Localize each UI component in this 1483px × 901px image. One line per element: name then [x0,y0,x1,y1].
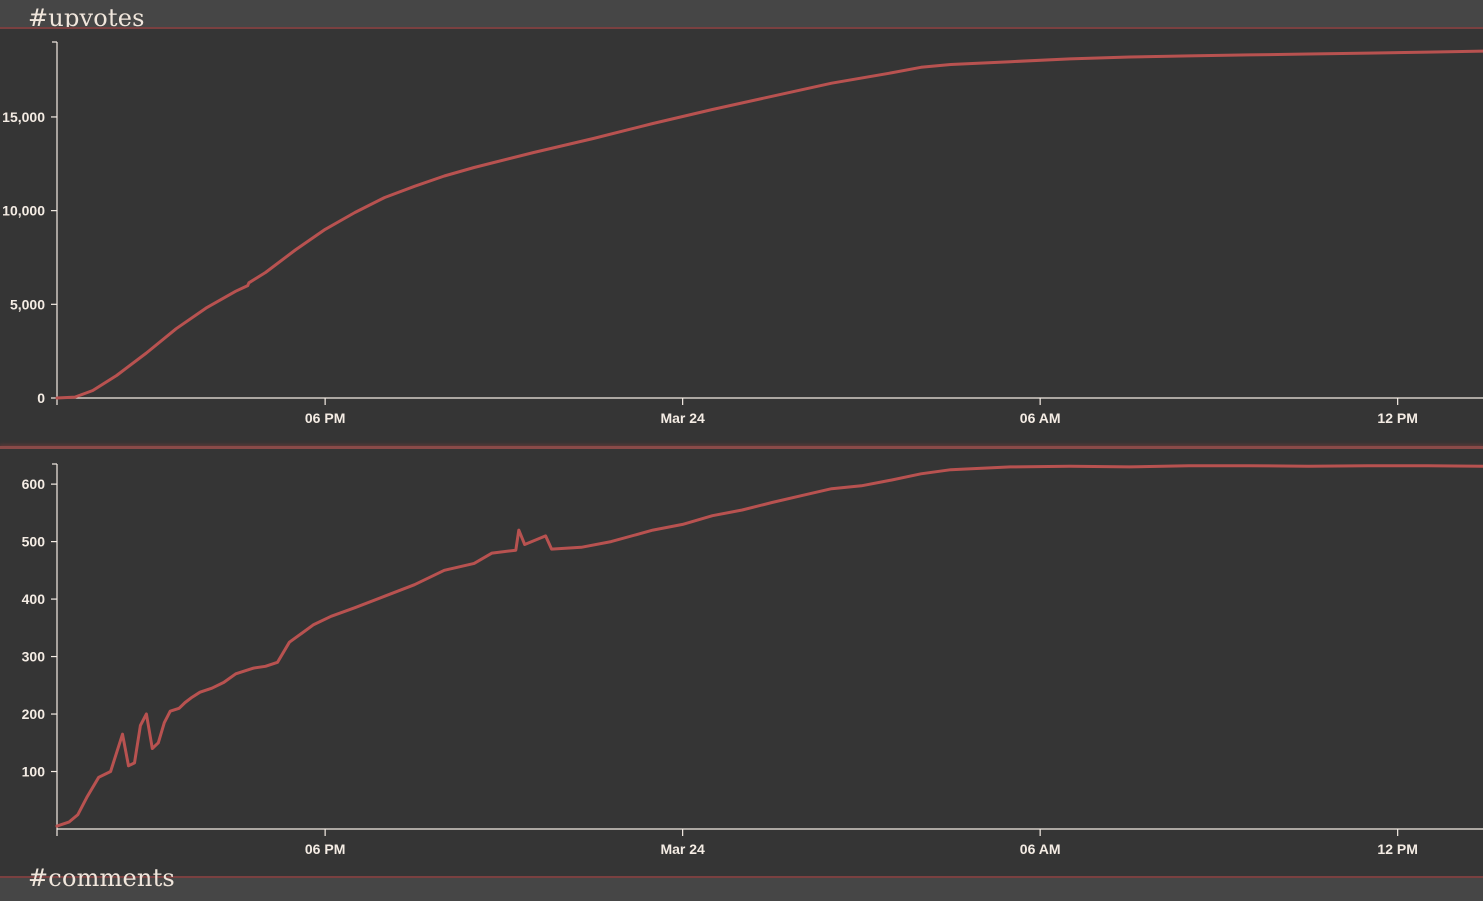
comments-x-tick-label: 12 PM [1377,841,1417,857]
comments-y-tick-label: 600 [22,476,46,492]
comments-x-tick-label: Mar 24 [660,841,705,857]
comments-y-tick-label: 100 [22,764,46,780]
comments-x-tick-label: 06 AM [1020,841,1061,857]
upvotes-y-tick-label: 15,000 [2,109,45,125]
upvotes-y-tick-label: 5,000 [10,296,45,312]
upvotes-chart: 0 5,000 10,000 15,000 06 PM Mar 24 06 AM 12 PM [2,41,1483,426]
comments-section-title: #comments [28,864,175,892]
upvotes-x-tick-label: 06 AM [1020,410,1061,426]
upvotes-x-tick-label: 06 PM [305,410,345,426]
comments-y-tick-label: 400 [22,591,46,607]
comments-y-tick-label: 500 [22,534,46,550]
upvotes-series-line [55,49,1483,400]
comments-title-rule [0,876,1483,878]
comments-chart: 100 200 300 400 500 600 06 PM Mar 24 06 AM 12 PM [22,463,1483,857]
upvotes-y-tick-label: 0 [37,390,45,406]
comments-y-tick-label: 300 [22,649,46,665]
upvotes-x-tick-label: Mar 24 [660,410,705,426]
comments-series-line [55,464,1483,828]
comments-x-tick-label: 06 PM [305,841,345,857]
upvotes-chart-panel: 0 5,000 10,000 15,000 06 PM Mar 24 06 AM 12 PM [0,29,1483,446]
comments-chart-panel: 100 200 300 400 500 600 06 PM Mar 24 06 AM 12 PM [0,449,1483,876]
comments-y-tick-label: 200 [22,706,46,722]
upvotes-y-tick-label: 10,000 [2,203,45,219]
upvotes-x-tick-label: 12 PM [1377,410,1417,426]
